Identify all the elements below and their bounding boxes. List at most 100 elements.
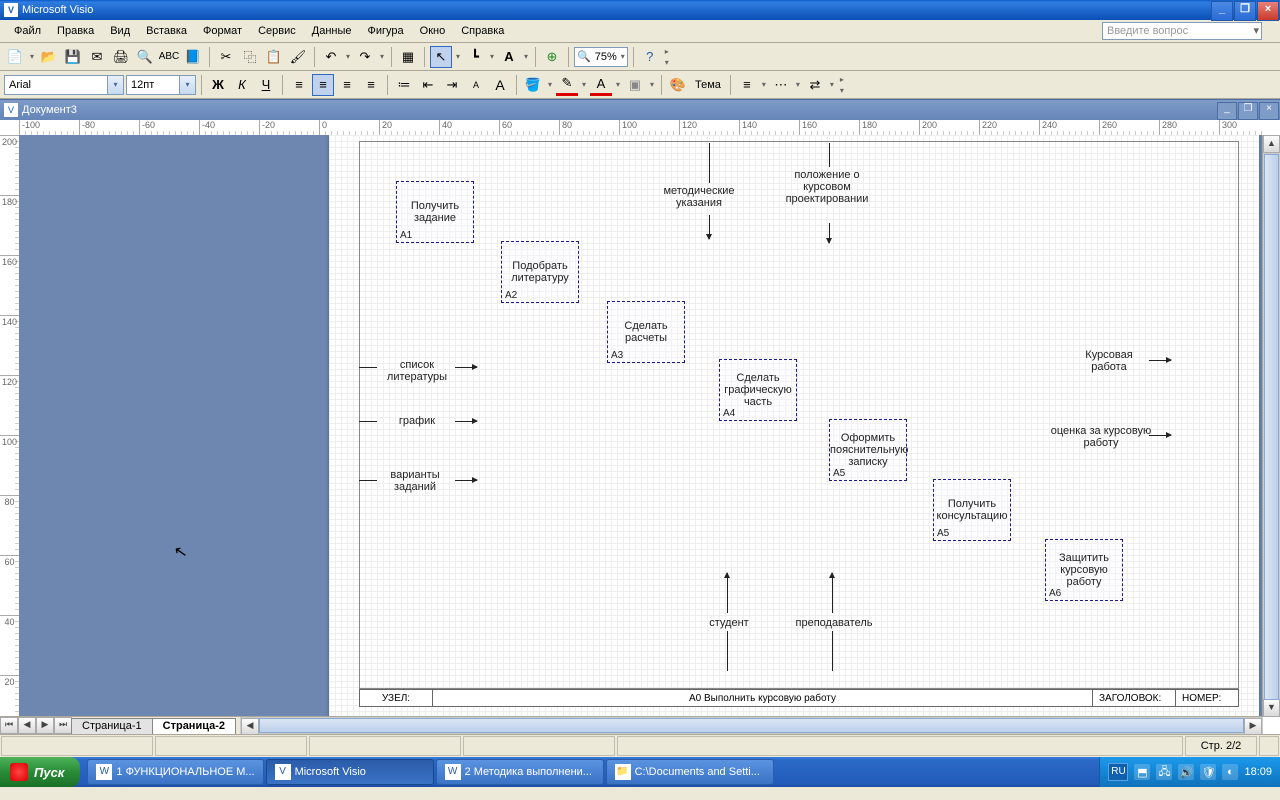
taskbar-item-2[interactable]: VMicrosoft Visio — [266, 759, 434, 785]
theme-label[interactable]: Тема — [691, 79, 725, 91]
bold-icon[interactable]: Ж — [207, 74, 229, 96]
drawing-page[interactable]: Получить заданиеА1 Подобрать литературуА… — [329, 135, 1259, 717]
taskbar-item-4[interactable]: 📁C:\Documents and Setti... — [606, 759, 774, 785]
menu-window[interactable]: Окно — [412, 23, 454, 39]
tray-volume-icon[interactable]: 🔊 — [1178, 764, 1194, 780]
redo-icon[interactable]: ↷ — [354, 46, 376, 68]
tab-prev-button[interactable]: ◀ — [18, 717, 36, 734]
align-right-icon[interactable]: ≡ — [336, 74, 358, 96]
align-left-icon[interactable]: ≡ — [288, 74, 310, 96]
menu-help[interactable]: Справка — [453, 23, 512, 39]
scroll-up-button[interactable]: ▲ — [1263, 135, 1280, 153]
doc-minimize-button[interactable]: _ — [1217, 102, 1237, 120]
copy-icon[interactable]: ⿻ — [239, 46, 261, 68]
shadow-color-icon[interactable]: ▣ — [624, 74, 646, 96]
block-a5[interactable]: Оформить пояснительную запискуА5 — [829, 419, 907, 481]
italic-icon[interactable]: К — [231, 74, 253, 96]
paste-icon[interactable]: 📋 — [263, 46, 285, 68]
font-size-combo[interactable]: 12пт▾ — [126, 75, 196, 95]
block-a3[interactable]: Сделать расчетыА3 — [607, 301, 685, 363]
arrow-poloz[interactable] — [829, 143, 830, 167]
justify-icon[interactable]: ≡ — [360, 74, 382, 96]
font-name-combo[interactable]: Arial▾ — [4, 75, 124, 95]
increase-font-icon[interactable]: A — [489, 74, 511, 96]
fill-color-icon[interactable]: 🪣 — [522, 74, 544, 96]
spelling-icon[interactable]: ABC — [158, 46, 180, 68]
menu-shape[interactable]: Фигура — [360, 23, 412, 39]
clock[interactable]: 18:09 — [1244, 766, 1272, 778]
close-button[interactable]: × — [1257, 1, 1279, 21]
menu-data[interactable]: Данные — [304, 23, 360, 39]
scroll-right-button[interactable]: ▶ — [1244, 718, 1262, 735]
menu-tools[interactable]: Сервис — [250, 23, 304, 39]
menu-edit[interactable]: Правка — [49, 23, 102, 39]
line-weight-icon[interactable]: ≡ — [736, 74, 758, 96]
undo-icon[interactable]: ↶ — [320, 46, 342, 68]
connector-tool-icon[interactable]: ┗ — [464, 46, 486, 68]
theme-icon[interactable]: 🎨 — [667, 74, 689, 96]
maximize-button[interactable]: ❐ — [1234, 1, 1256, 21]
label-ocenka[interactable]: оценка за курсовую работу — [1041, 425, 1161, 449]
scroll-left-button[interactable]: ◀ — [241, 718, 259, 735]
label-poloz[interactable]: положение о курсовом проектировании — [777, 169, 877, 205]
minimize-button[interactable]: _ — [1211, 1, 1233, 21]
horizontal-scrollbar[interactable]: ◀ ▶ — [240, 717, 1263, 734]
tab-next-button[interactable]: ▶ — [36, 717, 54, 734]
label-metod[interactable]: методические указания — [649, 185, 749, 209]
print-preview-icon[interactable]: 🔍 — [134, 46, 156, 68]
language-indicator[interactable]: RU — [1108, 763, 1128, 781]
decrease-indent-icon[interactable]: ⇤ — [417, 74, 439, 96]
open-icon[interactable]: 📂 — [38, 46, 60, 68]
print-icon[interactable]: 🖨 — [110, 46, 132, 68]
line-color-icon[interactable]: ✎ — [556, 74, 578, 96]
font-color-icon[interactable]: A — [590, 74, 612, 96]
tray-icon[interactable]: ⬒ — [1134, 764, 1150, 780]
mail-icon[interactable]: ✉ — [86, 46, 108, 68]
block-a2[interactable]: Подобрать литературуА2 — [501, 241, 579, 303]
arrow-student[interactable] — [727, 573, 728, 613]
decrease-font-icon[interactable]: A — [465, 74, 487, 96]
menu-file[interactable]: Файл — [6, 23, 49, 39]
block-a4[interactable]: Сделать графическую частьА4 — [719, 359, 797, 421]
menu-view[interactable]: Вид — [102, 23, 138, 39]
label-variant[interactable]: варианты заданий — [377, 469, 453, 493]
arrow-prepod[interactable] — [832, 573, 833, 613]
zoom-combo[interactable]: 🔍75%▾ — [574, 47, 628, 67]
line-pattern-icon[interactable]: ⋯ — [770, 74, 792, 96]
label-spisok[interactable]: список литературы — [381, 359, 453, 383]
start-button[interactable]: Пуск — [0, 757, 80, 787]
help-icon[interactable]: ? — [639, 46, 661, 68]
scroll-down-button[interactable]: ▼ — [1263, 699, 1280, 717]
menu-insert[interactable]: Вставка — [138, 23, 195, 39]
vertical-ruler[interactable]: 20018016014012010080604020 — [0, 135, 20, 717]
increase-indent-icon[interactable]: ⇥ — [441, 74, 463, 96]
tray-shield-icon[interactable]: 🛡 — [1200, 764, 1216, 780]
taskbar-item-1[interactable]: W1 ФУНКЦИОНАЛЬНОЕ М... — [87, 759, 263, 785]
new-icon[interactable]: 📄 — [4, 46, 26, 68]
line-ends-icon[interactable]: ⇄ — [804, 74, 826, 96]
tab-last-button[interactable]: ⏭ — [54, 717, 72, 734]
page-tab-2[interactable]: Страница-2 — [152, 718, 236, 734]
research-icon[interactable]: 📘 — [182, 46, 204, 68]
connection-point-icon[interactable]: ⊕ — [541, 46, 563, 68]
arrow-metod2[interactable] — [709, 215, 710, 239]
label-kurs[interactable]: Курсовая работа — [1069, 349, 1149, 373]
block-a5b[interactable]: Получить консультациюА5 — [933, 479, 1011, 541]
block-a1[interactable]: Получить заданиеА1 — [396, 181, 474, 243]
tray-icon[interactable]: ◐ — [1222, 764, 1238, 780]
taskbar-item-3[interactable]: W2 Методика выполнени... — [436, 759, 604, 785]
text-tool-icon[interactable]: A — [498, 46, 520, 68]
format-painter-icon[interactable]: 🖌 — [287, 46, 309, 68]
menu-format[interactable]: Формат — [195, 23, 250, 39]
shapes-window-icon[interactable]: ▦ — [397, 46, 419, 68]
cut-icon[interactable]: ✂ — [215, 46, 237, 68]
save-icon[interactable]: 💾 — [62, 46, 84, 68]
horizontal-ruler[interactable]: -100-80-60-40-20020406080100120140160180… — [19, 120, 1263, 136]
label-prepod[interactable]: преподаватель — [779, 617, 889, 629]
tab-first-button[interactable]: ⏮ — [0, 717, 18, 734]
bullets-icon[interactable]: ≔ — [393, 74, 415, 96]
toolbar2-options-icon[interactable]: ▸▾ — [838, 74, 846, 96]
align-center-icon[interactable]: ≡ — [312, 74, 334, 96]
ask-question-box[interactable]: Введите вопрос — [1102, 22, 1262, 40]
arrow-metod[interactable] — [709, 143, 710, 183]
